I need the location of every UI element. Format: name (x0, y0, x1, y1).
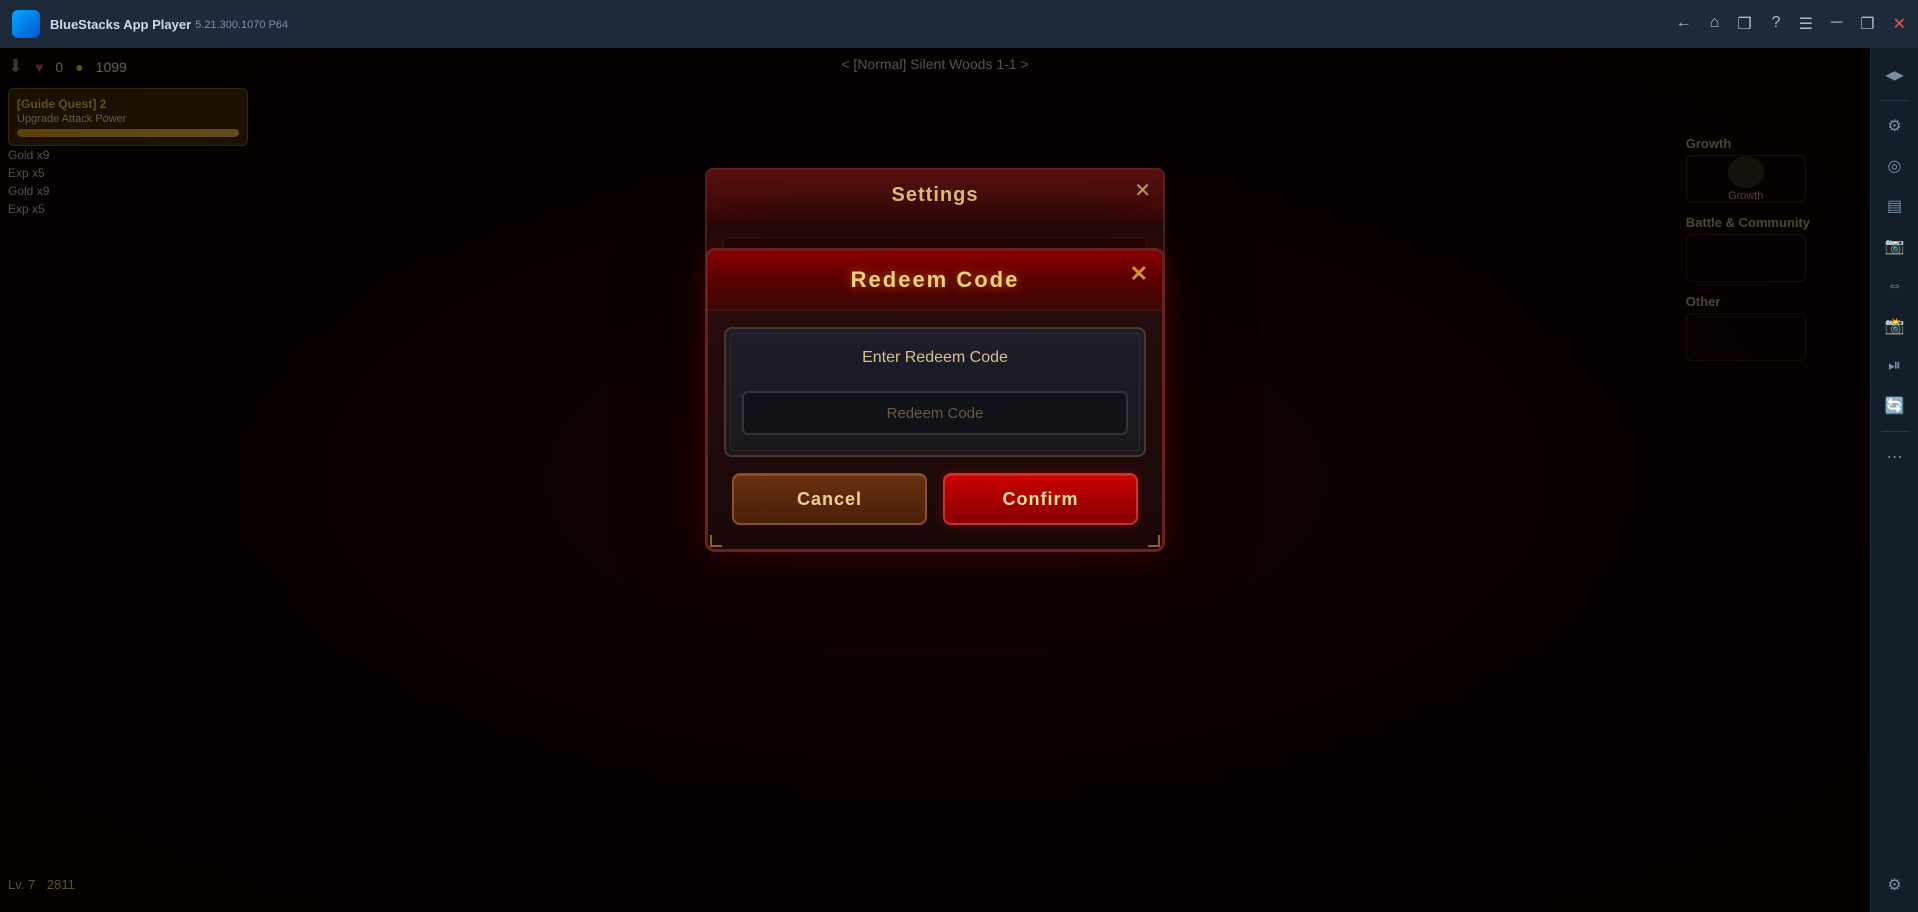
redeem-confirm-button[interactable]: Confirm (943, 473, 1138, 525)
sidebar-settings-button[interactable]: ⚙ (1877, 867, 1913, 903)
sidebar-btn-6[interactable]: 📸 (1877, 308, 1913, 344)
redeem-dialog: Redeem Code ✕ Enter Redeem Code Cancel C… (705, 248, 1165, 552)
redeem-input-area: Enter Redeem Code (724, 327, 1146, 457)
redeem-input-label: Enter Redeem Code (742, 349, 1128, 367)
redeem-title: Redeem Code (851, 267, 1020, 292)
redeem-close-button[interactable]: ✕ (1130, 261, 1148, 287)
redeem-cancel-button[interactable]: Cancel (732, 473, 927, 525)
back-button[interactable]: ← (1676, 14, 1692, 34)
sidebar-btn-3[interactable]: ▤ (1877, 188, 1913, 224)
corner-bl (710, 535, 722, 547)
redeem-body: Enter Redeem Code Cancel Confirm (708, 311, 1162, 549)
game-area: ⬇ ♥ 0 ● 1099 < [Normal] Silent Woods 1-1… (0, 48, 1870, 912)
bluestacks-logo (12, 10, 40, 38)
sidebar-btn-2[interactable]: ◎ (1877, 148, 1913, 184)
right-sidebar: ◀▶ ⚙ ◎ ▤ 📷 ⇔ 📸 ⏯ 🔄 ⋯ ⚙ (1870, 48, 1918, 912)
menu-button[interactable]: ☰ (1799, 14, 1813, 34)
sidebar-btn-4[interactable]: 📷 (1877, 228, 1913, 264)
minimize-button[interactable]: ─ (1831, 14, 1842, 34)
titlebar: BlueStacks App Player 5.21.300.1070 P64 … (0, 0, 1918, 48)
sidebar-btn-1[interactable]: ⚙ (1877, 108, 1913, 144)
redeem-code-input[interactable] (742, 391, 1128, 435)
help-button[interactable]: ? (1772, 14, 1781, 34)
app-version: 5.21.300.1070 P64 (195, 19, 288, 31)
settings-close-button[interactable]: ✕ (1134, 178, 1151, 203)
sidebar-expand-button[interactable]: ◀▶ (1877, 57, 1913, 93)
app-name: BlueStacks App Player (50, 17, 191, 32)
redeem-header: Redeem Code ✕ (708, 251, 1162, 311)
multi-button[interactable]: ❐ (1737, 14, 1751, 34)
sidebar-btn-9[interactable]: ⋯ (1877, 439, 1913, 475)
close-button[interactable]: ✕ (1893, 14, 1906, 34)
restore-button[interactable]: ❐ (1860, 14, 1874, 34)
corner-br (1148, 535, 1160, 547)
sidebar-divider-1 (1881, 100, 1909, 101)
home-button[interactable]: ⌂ (1710, 14, 1720, 34)
sidebar-divider-2 (1881, 431, 1909, 432)
redeem-buttons: Cancel Confirm (724, 473, 1146, 533)
sidebar-btn-7[interactable]: ⏯ (1877, 348, 1913, 384)
titlebar-controls: ? ☰ ─ ❐ ✕ (1772, 14, 1906, 34)
settings-title: Settings (892, 184, 979, 206)
titlebar-nav: ← ⌂ ❐ (1676, 14, 1752, 34)
sidebar-btn-5[interactable]: ⇔ (1877, 268, 1913, 304)
sidebar-btn-8[interactable]: 🔄 (1877, 388, 1913, 424)
settings-header: Settings ✕ (707, 170, 1163, 221)
